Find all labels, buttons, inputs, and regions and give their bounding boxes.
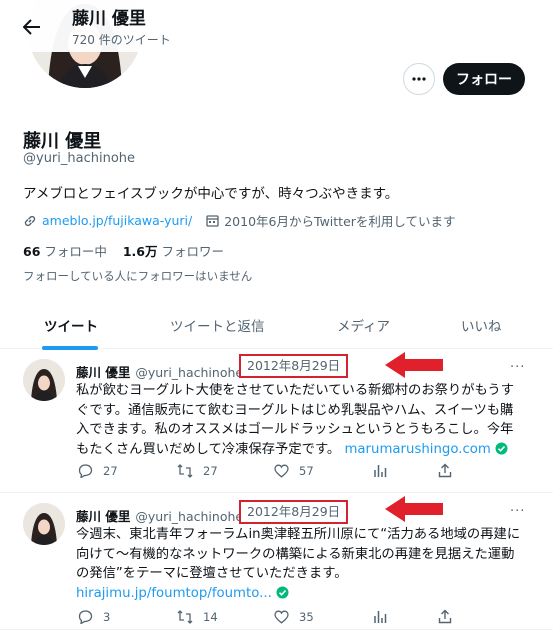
- person-photo-icon: [23, 359, 65, 401]
- tweet-date[interactable]: 2012年8月29日: [239, 354, 349, 378]
- tweet-text-line: 私が飲むヨーグルト大使をさせていただいている新郷村のお祭りがもうす: [76, 383, 514, 398]
- share-button[interactable]: [438, 609, 462, 624]
- retweet-icon: [177, 464, 193, 478]
- tab-media[interactable]: メディア: [337, 315, 390, 335]
- following-count: 66: [23, 244, 41, 259]
- tweet-text-line: 向けて～有機的なネットワークの構築による新東北の再建を見据えた運動: [76, 546, 515, 562]
- tweet-author-name[interactable]: 藤川 優里: [76, 509, 130, 524]
- tweet-text-line: ぐです。通信販売にて飲むヨーグルトはじめ乳製品やハム、スイーツも購: [76, 402, 514, 418]
- tweet-date[interactable]: 2012年8月29日: [239, 500, 349, 524]
- tweet-author-handle: @yuri_hachinohe: [135, 365, 244, 380]
- analytics-button[interactable]: [373, 610, 397, 624]
- tweet-text-line: hirajimu.jp/foumtop/foumto...: [76, 584, 536, 604]
- profile-meta: ameblo.jp/fujikawa-yuri/ 2010年6月からTwitte…: [23, 211, 456, 230]
- heart-icon: [274, 610, 289, 624]
- reply-count: 27: [103, 464, 118, 478]
- followers-count: 1.6万: [122, 244, 158, 259]
- analytics-bars-icon: [374, 611, 387, 623]
- highlight-arrow-icon: [385, 352, 443, 378]
- retweet-icon: [177, 610, 193, 624]
- link-icon: [24, 215, 36, 226]
- followers-label: フォロワー: [161, 244, 224, 259]
- reply-button[interactable]: 27: [78, 464, 118, 478]
- tweet-avatar[interactable]: [23, 503, 65, 545]
- profile-tabs: ツイート ツイートと返信 メディア いいね: [0, 303, 553, 350]
- follow-button[interactable]: フォロー: [443, 63, 525, 95]
- tab-tweets[interactable]: ツイート: [44, 315, 98, 335]
- analytics-bars-icon: [374, 465, 387, 477]
- profile-name: 藤川 優里: [23, 131, 102, 152]
- share-button[interactable]: [438, 463, 462, 478]
- tweet-more-button[interactable]: ···: [510, 504, 525, 519]
- tweet-text-line: 今週末、東北青年フォーラムin奥津軽五所川原にて“活力ある地域の再建に: [76, 527, 521, 542]
- tweet-header: 藤川 優里 @yuri_hachinohe: [76, 362, 243, 381]
- person-photo-icon: [23, 503, 65, 545]
- header-tweet-count: 720 件のツイート: [72, 33, 171, 47]
- profile-website-link[interactable]: ameblo.jp/fujikawa-yuri/: [42, 213, 192, 228]
- share-icon: [438, 463, 452, 478]
- profile-follow-stats: 66 フォロー中 1.6万 フォロワー: [23, 241, 224, 260]
- like-count: 57: [299, 464, 314, 478]
- highlight-arrow-icon: [385, 496, 443, 522]
- tweet-author-name[interactable]: 藤川 優里: [76, 365, 130, 380]
- following-label: フォロー中: [44, 244, 107, 259]
- tweet-text-line: 入できます。私のオススメはゴールドラッシュというとうもろこし。今年: [76, 422, 514, 437]
- like-button[interactable]: 35: [274, 610, 314, 624]
- header-name: 藤川 優里: [72, 9, 146, 29]
- retweet-count: 27: [203, 464, 218, 478]
- following-link[interactable]: 66 フォロー中: [23, 244, 107, 259]
- tweet-author-handle: @yuri_hachinohe: [135, 509, 244, 524]
- verified-check-icon: [495, 442, 508, 454]
- more-dots-icon: [412, 77, 426, 81]
- profile-bio: アメブロとフェイスブックが中心ですが、時々つぶやきます。: [23, 186, 399, 202]
- heart-icon: [274, 464, 289, 478]
- like-count: 35: [299, 610, 314, 624]
- tab-tweets-and-replies[interactable]: ツイートと返信: [170, 315, 265, 335]
- tweet[interactable]: 藤川 優里 @yuri_hachinohe 2012年8月29日 ··· 私が飲む…: [0, 349, 553, 493]
- like-button[interactable]: 57: [274, 464, 314, 478]
- calendar-icon: [206, 214, 219, 227]
- retweet-count: 14: [203, 610, 218, 624]
- profile-handle: @yuri_hachinohe: [23, 151, 136, 166]
- tweet-header: 藤川 優里 @yuri_hachinohe: [76, 506, 243, 525]
- reply-icon: [78, 464, 93, 478]
- arrow-left-icon: [23, 19, 40, 35]
- tweet[interactable]: 藤川 優里 @yuri_hachinohe 2012年8月29日 ··· 今週末、…: [0, 493, 553, 630]
- retweet-button[interactable]: 14: [177, 610, 218, 624]
- no-known-followers: フォローしている人にフォロワーはいません: [23, 269, 253, 283]
- verified-check-icon: [276, 586, 289, 598]
- profile-header: 藤川 優里 720 件のツイート: [0, 0, 553, 52]
- reply-icon: [78, 610, 93, 624]
- more-options-button[interactable]: [403, 63, 435, 95]
- tweet-link[interactable]: marumarushingo.com: [344, 442, 490, 457]
- tweet-link[interactable]: hirajimu.jp/foumtop/foumto...: [76, 586, 272, 601]
- tweet-more-button[interactable]: ···: [510, 360, 525, 375]
- analytics-button[interactable]: [373, 464, 397, 478]
- reply-button[interactable]: 3: [78, 610, 110, 624]
- tab-likes[interactable]: いいね: [461, 315, 502, 335]
- back-button[interactable]: [17, 12, 47, 42]
- tweet-text-line: もたくさん買いだめして冷凍保存予定です。 marumarushingo.com: [76, 440, 536, 460]
- tweet-text: 今週末、東北青年フォーラムin奥津軽五所川原にて“活力ある地域の再建に 向けて～…: [76, 525, 536, 603]
- tweet-avatar[interactable]: [23, 359, 65, 401]
- tweet-text: 私が飲むヨーグルト大使をさせていただいている新郷村のお祭りがもうす ぐです。通信…: [76, 381, 536, 459]
- reply-count: 3: [103, 610, 111, 624]
- share-icon: [438, 609, 452, 624]
- retweet-button[interactable]: 27: [177, 464, 218, 478]
- followers-link[interactable]: 1.6万 フォロワー: [123, 244, 224, 259]
- tweet-text-line: の発信”をテーマに登壇させていただきます。: [76, 566, 348, 581]
- profile-joined-date: 2010年6月からTwitterを利用しています: [224, 214, 456, 229]
